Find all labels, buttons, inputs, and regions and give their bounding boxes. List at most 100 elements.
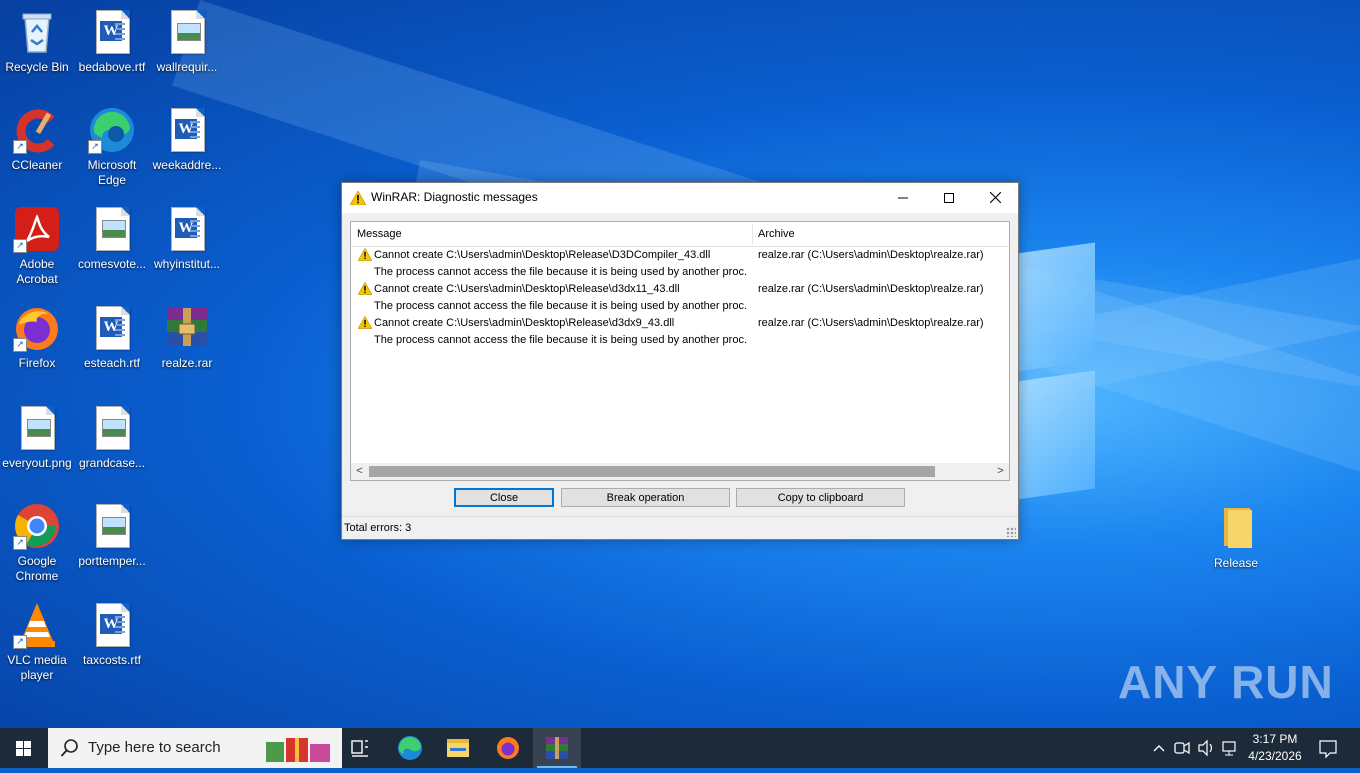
desktop-icon-everyout[interactable]: everyout.png — [0, 404, 75, 471]
list-item[interactable]: The process cannot access the file becau… — [351, 332, 1009, 349]
list-item[interactable]: The process cannot access the file becau… — [351, 298, 1009, 315]
taskbar-clock[interactable]: 3:17 PM 4/23/2026 — [1238, 731, 1312, 765]
desktop-icon-vlc[interactable]: ↗ VLC media player — [0, 601, 75, 683]
search-placeholder: Type here to search — [88, 739, 221, 756]
scrollbar-thumb[interactable] — [369, 466, 935, 477]
resize-grip-icon[interactable] — [1006, 527, 1016, 537]
warning-icon — [358, 248, 372, 261]
desktop-icon-label: esteach.rtf — [83, 356, 141, 370]
message-cell: The process cannot access the file becau… — [374, 334, 748, 346]
list-item[interactable]: Cannot create C:\Users\admin\Desktop\Rel… — [351, 315, 1009, 332]
scroll-left-icon[interactable]: < — [351, 463, 368, 480]
copy-to-clipboard-button[interactable]: Copy to clipboard — [736, 488, 905, 507]
desktop-icon-release-folder[interactable]: Release — [1198, 504, 1274, 571]
network-icon — [1222, 741, 1236, 756]
clock-date: 4/23/2026 — [1248, 749, 1302, 763]
taskbar-winrar[interactable] — [533, 728, 581, 768]
winrar-icon — [546, 737, 568, 759]
minimize-button[interactable] — [880, 183, 926, 213]
messages-list[interactable]: Message Archive Cannot create C:\Users\a… — [350, 221, 1010, 481]
column-header-message[interactable]: Message — [351, 222, 752, 246]
windows-start-icon — [16, 741, 31, 756]
image-file-icon — [171, 10, 205, 54]
dialog-titlebar[interactable]: WinRAR: Diagnostic messages — [342, 183, 1018, 213]
desktop-icon-label: weekaddre... — [152, 158, 222, 172]
taskbar-firefox[interactable] — [484, 728, 532, 768]
word-document-icon: W — [96, 10, 130, 54]
minimize-icon — [898, 197, 908, 199]
desktop-icon-label: Google Chrome — [15, 554, 59, 583]
winrar-archive-icon — [167, 308, 207, 346]
close-button[interactable]: Close — [454, 488, 554, 507]
desktop-icon-weekaddre[interactable]: W weekaddre... — [149, 106, 225, 173]
firefox-icon — [497, 737, 519, 759]
search-highlight-gifts-icon — [266, 738, 330, 762]
desktop-icon-label: wallrequir... — [156, 60, 218, 74]
desktop-icon-wallrequir[interactable]: wallrequir... — [149, 8, 225, 75]
desktop-icon-firefox[interactable]: ↗ Firefox — [0, 304, 75, 371]
list-item[interactable]: Cannot create C:\Users\admin\Desktop\Rel… — [351, 247, 1009, 264]
desktop-icon-label: Recycle Bin — [5, 60, 69, 74]
desktop-icon-grandcase[interactable]: grandcase... — [74, 404, 150, 471]
task-view-button[interactable] — [336, 728, 384, 768]
message-cell: The process cannot access the file becau… — [374, 300, 748, 312]
taskbar-search-box[interactable]: Type here to search — [48, 728, 342, 768]
desktop-icon-comesvote[interactable]: comesvote... — [74, 205, 150, 272]
image-file-icon — [21, 406, 55, 450]
folder-icon — [1224, 508, 1252, 548]
horizontal-scrollbar[interactable]: < > — [351, 463, 1009, 480]
desktop-icon-recycle-bin[interactable]: Recycle Bin — [0, 8, 75, 75]
anyrun-watermark: ANY RUN — [1118, 656, 1334, 708]
close-window-button[interactable] — [972, 183, 1018, 213]
start-button[interactable] — [0, 728, 48, 768]
maximize-button[interactable] — [926, 183, 972, 213]
edge-icon — [398, 736, 422, 760]
word-document-icon: W — [171, 207, 205, 251]
desktop-icon-label: porttemper... — [78, 554, 146, 568]
warning-icon — [350, 191, 366, 205]
winrar-diagnostic-dialog: WinRAR: Diagnostic messages Message Arch… — [341, 182, 1019, 540]
scroll-right-icon[interactable]: > — [992, 463, 1009, 480]
word-document-icon: W — [171, 108, 205, 152]
desktop-icon-label: everyout.png — [2, 456, 72, 470]
desktop-icon-realze-rar[interactable]: realze.rar — [149, 304, 225, 371]
list-item[interactable]: The process cannot access the file becau… — [351, 264, 1009, 281]
desktop-icon-esteach[interactable]: W esteach.rtf — [74, 304, 150, 371]
taskbar-edge[interactable] — [386, 728, 434, 768]
taskbar-file-explorer[interactable] — [434, 728, 482, 768]
desktop-icon-porttemper[interactable]: porttemper... — [74, 502, 150, 569]
desktop-icon-label: realze.rar — [161, 356, 213, 370]
warning-icon — [358, 282, 372, 295]
desktop-icon-bedabove[interactable]: W bedabove.rtf — [74, 8, 150, 75]
list-header: Message Archive — [351, 222, 1009, 247]
desktop-icon-edge[interactable]: ↗ Microsoft Edge — [74, 106, 150, 188]
message-cell: Cannot create C:\Users\admin\Desktop\Rel… — [374, 249, 711, 261]
desktop-icon-whyinstitut[interactable]: W whyinstitut... — [149, 205, 225, 272]
desktop-icon-acrobat[interactable]: ↗ Adobe Acrobat — [0, 205, 75, 287]
notifications-button[interactable] — [1316, 728, 1340, 768]
desktop-icon-taxcosts[interactable]: W taxcosts.rtf — [74, 601, 150, 668]
show-hidden-icons-button[interactable] — [1150, 728, 1168, 768]
task-view-icon — [351, 740, 368, 757]
desktop-icon-label: taxcosts.rtf — [82, 653, 141, 667]
break-operation-button[interactable]: Break operation — [561, 488, 730, 507]
list-item[interactable]: Cannot create C:\Users\admin\Desktop\Rel… — [351, 281, 1009, 298]
desktop-icon-label: Microsoft Edge — [87, 158, 137, 187]
archive-cell: realze.rar (C:\Users\admin\Desktop\realz… — [758, 317, 984, 329]
desktop-icon-ccleaner[interactable]: ↗ CCleaner — [0, 106, 75, 173]
network-button[interactable] — [1220, 728, 1240, 768]
desktop-icon-label: comesvote... — [77, 257, 147, 271]
status-bar: Total errors: 3 — [342, 516, 1018, 539]
desktop-icon-chrome[interactable]: ↗ Google Chrome — [0, 502, 75, 584]
taskbar: Type here to search 3:17 PM 4/23/2026 — [0, 728, 1360, 768]
clock-time: 3:17 PM — [1252, 732, 1298, 746]
word-document-icon: W — [96, 306, 130, 350]
search-icon — [60, 739, 78, 757]
dialog-title: WinRAR: Diagnostic messages — [371, 190, 538, 204]
archive-cell: realze.rar (C:\Users\admin\Desktop\realz… — [758, 249, 984, 261]
total-errors-text: Total errors: 3 — [344, 522, 412, 534]
volume-button[interactable] — [1196, 728, 1216, 768]
speaker-icon — [1198, 739, 1213, 757]
meet-now-button[interactable] — [1172, 728, 1192, 768]
column-header-archive[interactable]: Archive — [752, 222, 1009, 246]
